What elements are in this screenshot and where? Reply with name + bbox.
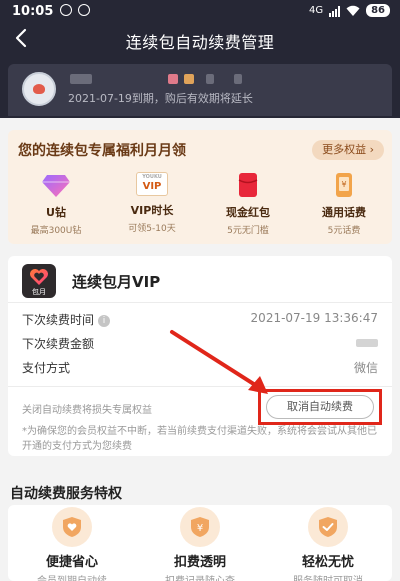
- vip-card-icon: YOUKU VIP: [136, 172, 168, 196]
- username-redacted: [234, 74, 242, 84]
- svg-text:¥: ¥: [197, 523, 203, 534]
- feature-item: ¥ 扣费透明 扣费记录随心查: [136, 505, 264, 581]
- payment-method-label: 支付方式: [22, 361, 71, 375]
- amount-redacted: [356, 339, 378, 347]
- status-notification-icons: [60, 4, 90, 16]
- next-renewal-amount-label: 下次续费金额: [22, 337, 95, 351]
- check-shield-icon: [308, 507, 348, 547]
- heart-shield-icon: [52, 507, 92, 547]
- status-right: 4G 86: [309, 4, 390, 17]
- benefit-list: U钻 最高300U钻 YOUKU VIP VIP时长 可领5-10天 现金红包 …: [8, 172, 392, 236]
- renewal-note: *为确保您的会员权益不中断，若当前续费支付渠道失败，系统将会尝试从其他已开通的支…: [22, 426, 377, 452]
- logo-tag: 包月: [32, 288, 46, 296]
- chevron-right-icon: ›: [369, 143, 374, 156]
- features-list: 便捷省心 会员到期自动续 ¥ 扣费透明 扣费记录随心查 轻松无忧 服务随时可取消: [8, 505, 392, 581]
- benefit-name: 现金红包: [226, 206, 270, 219]
- red-envelope-icon: [238, 173, 258, 197]
- feature-desc: 会员到期自动续: [8, 572, 136, 581]
- svg-text:¥: ¥: [341, 180, 346, 189]
- username-redacted: [206, 74, 214, 84]
- notification-icon: [60, 4, 72, 16]
- feature-desc: 扣费记录随心查: [136, 572, 264, 581]
- member-card: 2021-07-19到期，购后有效期将延长: [8, 64, 392, 116]
- divider: [8, 302, 392, 303]
- benefit-name: 通用话费: [322, 206, 366, 219]
- next-renewal-time-value: 2021-07-19 13:36:47: [250, 311, 378, 325]
- feature-name: 便捷省心: [45, 555, 98, 570]
- features-title: 自动续费服务特权: [10, 486, 122, 502]
- yen-shield-icon: ¥: [180, 507, 220, 547]
- feature-name: 轻松无忧: [301, 555, 354, 570]
- diamond-icon: [42, 175, 70, 197]
- alarm-icon: [78, 4, 90, 16]
- membership-expiry: 2021-07-19到期，购后有效期将延长: [68, 92, 253, 105]
- benefit-item-vip-days[interactable]: YOUKU VIP VIP时长 可领5-10天: [104, 172, 200, 236]
- feature-item: 便捷省心 会员到期自动续: [8, 505, 136, 581]
- nav-bar: 连续包自动续费管理: [0, 24, 400, 54]
- subscription-card: 包月 连续包月VIP 下次续费时间 i 2021-07-19 13:36:47 下…: [8, 256, 392, 456]
- feature-name: 扣费透明: [173, 555, 226, 570]
- benefit-name: VIP时长: [130, 204, 174, 217]
- status-time: 10:05: [12, 4, 54, 19]
- more-benefits-button[interactable]: 更多权益 ›: [312, 140, 384, 160]
- feature-desc: 服务随时可取消: [264, 572, 392, 581]
- payment-method-value: 微信: [353, 361, 378, 375]
- benefit-name: U钻: [46, 206, 66, 219]
- benefit-desc: 最高300U钻: [30, 226, 82, 236]
- subscription-title: 连续包月VIP: [72, 273, 161, 291]
- benefits-heading: 您的连续包专属福利月月领: [18, 143, 186, 159]
- benefits-card: 您的连续包专属福利月月领 更多权益 › U钻 最高300U钻 YOUKU VIP…: [8, 130, 392, 244]
- username-redacted: [70, 74, 92, 84]
- benefit-desc: 5元无门槛: [227, 226, 269, 236]
- avatar: [22, 72, 56, 106]
- annotation-highlight-box: [258, 389, 382, 425]
- benefit-item-u-diamond[interactable]: U钻 最高300U钻: [8, 172, 104, 236]
- status-bar: 10:05 4G 86: [0, 0, 400, 24]
- more-benefits-label: 更多权益: [322, 143, 367, 156]
- benefit-item-cash-envelope[interactable]: 现金红包 5元无门槛: [200, 172, 296, 236]
- signal-icon: [329, 5, 341, 17]
- feature-item: 轻松无忧 服务随时可取消: [264, 505, 392, 581]
- username-redacted: [184, 74, 194, 84]
- monthly-vip-logo: 包月: [22, 264, 56, 298]
- info-icon[interactable]: i: [98, 314, 111, 327]
- page-title: 连续包自动续费管理: [125, 33, 275, 52]
- username-redacted: [168, 74, 178, 84]
- next-renewal-time-label: 下次续费时间 i: [22, 311, 111, 328]
- phone-credit-icon: ¥: [336, 173, 352, 197]
- cancel-warning: 关闭自动续费将损失专属权益: [22, 405, 152, 416]
- wifi-icon: [346, 5, 360, 16]
- heart-icon: [30, 269, 48, 285]
- benefit-desc: 5元话费: [327, 226, 361, 236]
- network-type: 4G: [308, 5, 324, 16]
- benefit-desc: 可领5-10天: [128, 224, 176, 234]
- battery-indicator: 86: [366, 4, 390, 17]
- benefit-item-phone-credit[interactable]: ¥ 通用话费 5元话费: [296, 172, 392, 236]
